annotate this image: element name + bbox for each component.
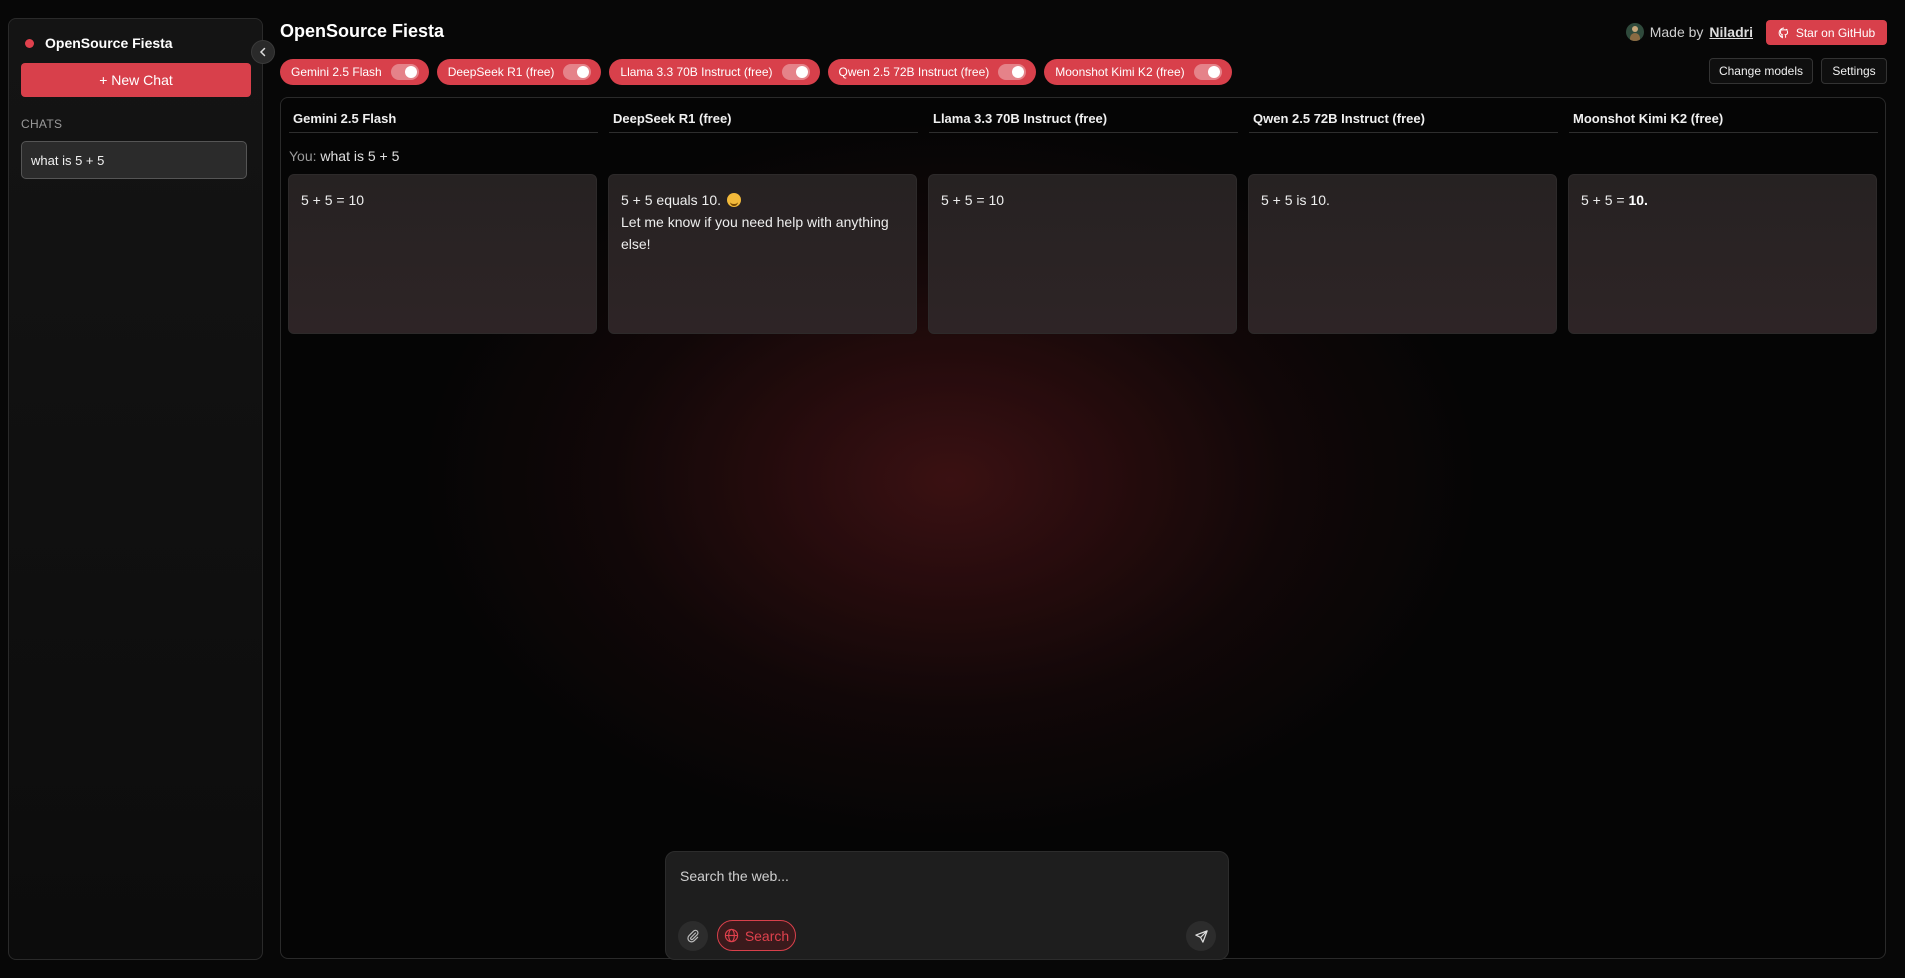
response-text: 5 + 5 = 10	[941, 192, 1005, 208]
author-link[interactable]: Niladri	[1709, 24, 1753, 40]
collapse-sidebar-button[interactable]	[251, 40, 275, 64]
author-avatar	[1625, 23, 1644, 41]
response-card-deepseek: 5 + 5 equals 10. Let me know if you need…	[608, 174, 917, 334]
model-chip-label: DeepSeek R1 (free)	[447, 65, 555, 79]
chat-list-item[interactable]: what is 5 + 5	[21, 141, 247, 179]
web-search-toggle[interactable]: Search	[717, 920, 796, 951]
globe-icon	[724, 928, 738, 943]
model-toggle[interactable]	[1193, 64, 1222, 80]
star-on-github-button[interactable]: Star on GitHub	[1766, 20, 1887, 45]
new-chat-button[interactable]: + New Chat	[21, 63, 251, 97]
star-button-label: Star on GitHub	[1795, 25, 1876, 40]
model-toggle[interactable]	[998, 64, 1027, 80]
response-text: else!	[621, 236, 651, 252]
made-by: Made by Niladri	[1625, 21, 1753, 43]
response-text: 5 + 5 =	[1581, 192, 1629, 208]
model-chip[interactable]: Qwen 2.5 72B Instruct (free)	[827, 59, 1037, 85]
response-card-gemini: 5 + 5 = 10	[288, 174, 597, 334]
user-message-text: what is 5 + 5	[320, 148, 400, 164]
model-chip[interactable]: Gemini 2.5 Flash	[280, 59, 429, 85]
model-chip-label: Llama 3.3 70B Instruct (free)	[620, 65, 773, 79]
response-text-line: 5 + 5 = 10.	[1581, 189, 1864, 211]
page-title: OpenSource Fiesta	[280, 21, 445, 41]
model-chips: Gemini 2.5 Flash DeepSeek R1 (free) Llam…	[280, 59, 1232, 85]
web-search-label: Search	[744, 927, 790, 944]
settings-button[interactable]: Settings	[1821, 58, 1887, 84]
composer: Search	[665, 851, 1229, 960]
response-text: 5 + 5 equals 10.	[621, 192, 722, 208]
user-message: You: what is 5 + 5	[289, 148, 399, 164]
user-message-label: You:	[289, 148, 317, 164]
model-chip[interactable]: Moonshot Kimi K2 (free)	[1044, 59, 1232, 85]
model-chip[interactable]: DeepSeek R1 (free)	[436, 59, 602, 85]
response-text-line: 5 + 5 equals 10.	[621, 189, 904, 211]
chats-section-label: CHATS	[21, 117, 63, 131]
sidebar-brand-name: OpenSource Fiesta	[45, 35, 173, 51]
response-text: 5 + 5 is 10.	[1261, 192, 1330, 208]
smiling-face-icon	[726, 193, 741, 207]
column-header-kimi: Moonshot Kimi K2 (free)	[1569, 111, 1878, 133]
comparison-panel: Gemini 2.5 Flash DeepSeek R1 (free) Llam…	[280, 97, 1886, 959]
made-by-text: Made by	[1649, 24, 1704, 40]
response-card-kimi: 5 + 5 = 10.	[1568, 174, 1877, 334]
response-text: Let me know if you need help with anythi…	[621, 214, 889, 230]
model-chip-label: Gemini 2.5 Flash	[291, 65, 382, 79]
model-toggle[interactable]	[781, 64, 810, 80]
sidebar-brand: OpenSource Fiesta	[21, 33, 250, 53]
response-text-bold: 10.	[1628, 192, 1648, 208]
response-card-qwen: 5 + 5 is 10.	[1248, 174, 1557, 334]
model-chip-label: Moonshot Kimi K2 (free)	[1055, 65, 1185, 79]
chevron-left-icon	[259, 47, 266, 57]
response-card-llama: 5 + 5 = 10	[928, 174, 1237, 334]
github-icon	[1778, 27, 1788, 38]
brand-dot-icon	[25, 38, 34, 48]
message-input[interactable]	[680, 864, 1200, 888]
attach-button[interactable]	[678, 921, 708, 951]
response-text: 5 + 5 = 10	[301, 192, 365, 208]
model-chip[interactable]: Llama 3.3 70B Instruct (free)	[609, 59, 820, 85]
model-toggle[interactable]	[390, 64, 419, 80]
paperclip-icon	[687, 929, 699, 943]
column-header-llama: Llama 3.3 70B Instruct (free)	[929, 111, 1238, 133]
send-button[interactable]	[1186, 921, 1216, 951]
send-icon	[1194, 929, 1208, 943]
change-models-button[interactable]: Change models	[1709, 58, 1813, 84]
model-toggle[interactable]	[563, 64, 592, 80]
model-chip-label: Qwen 2.5 72B Instruct (free)	[838, 65, 990, 79]
sidebar: OpenSource Fiesta + New Chat CHATS what …	[8, 18, 263, 960]
app-root: OpenSource Fiesta + New Chat CHATS what …	[0, 0, 1905, 978]
column-header-deepseek: DeepSeek R1 (free)	[609, 111, 918, 133]
column-header-qwen: Qwen 2.5 72B Instruct (free)	[1249, 111, 1558, 133]
column-header-gemini: Gemini 2.5 Flash	[289, 111, 598, 133]
